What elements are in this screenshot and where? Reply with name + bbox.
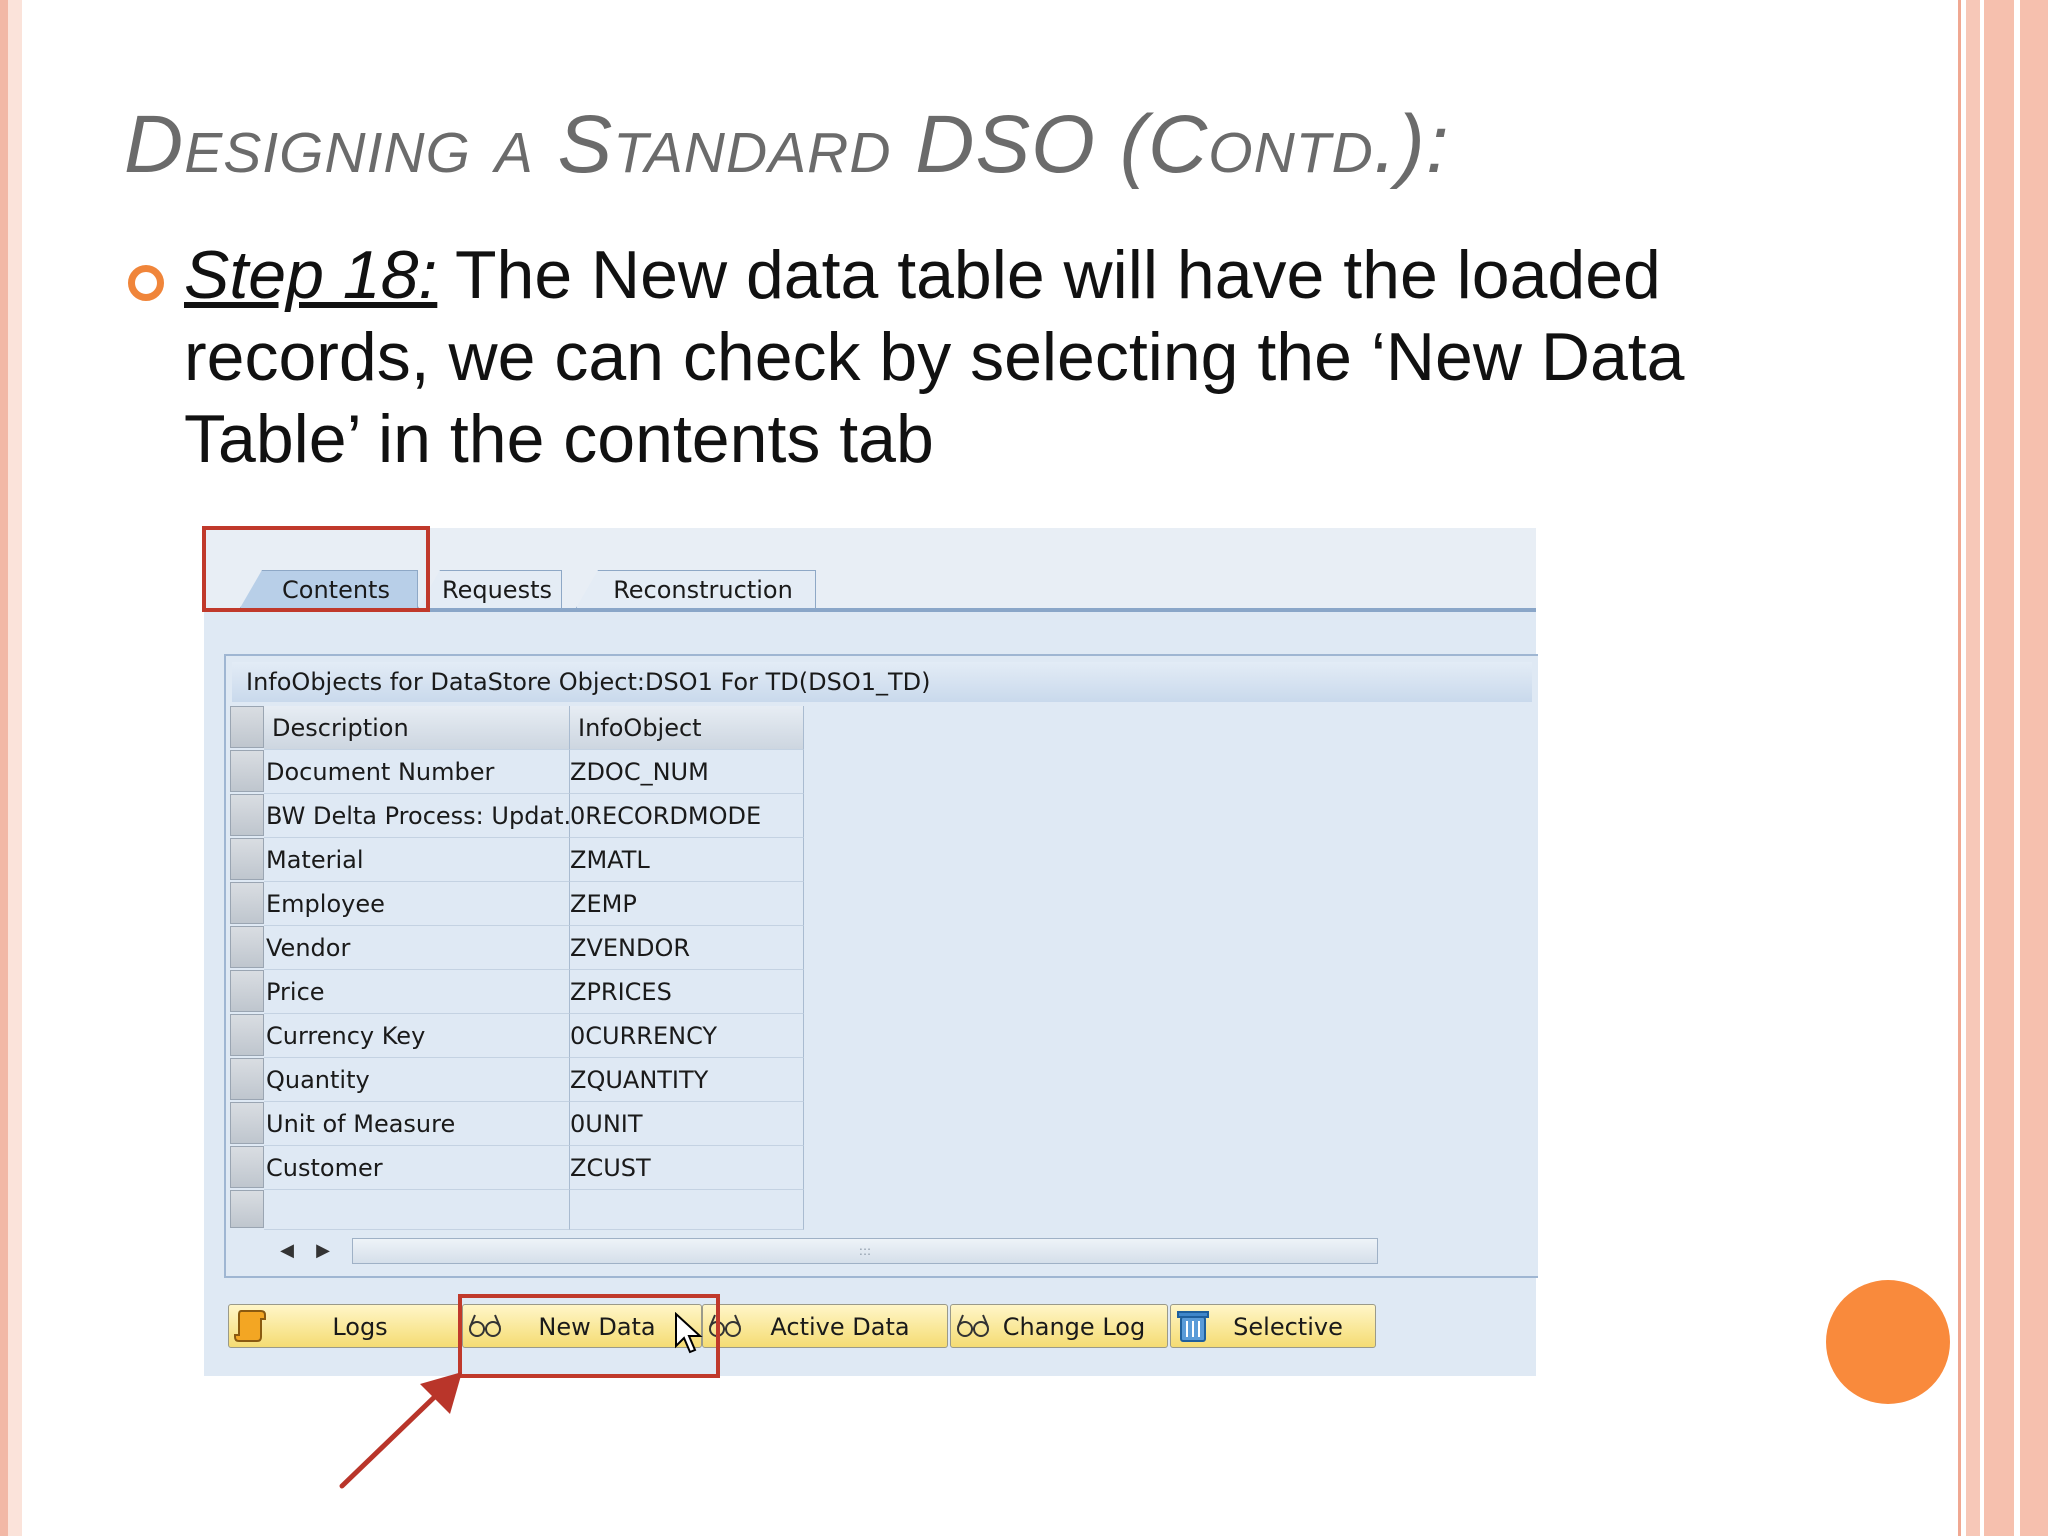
cell-infoobject: ZQUANTITY <box>570 1058 804 1102</box>
table-row[interactable]: Vendor ZVENDOR <box>230 926 804 970</box>
trash-icon <box>1177 1311 1209 1342</box>
cell-description: Material <box>264 838 570 882</box>
bullet-icon <box>128 265 164 301</box>
cell-infoobject: 0CURRENCY <box>570 1014 804 1058</box>
slide-left-border <box>0 0 22 1536</box>
change-log-button[interactable]: Change Log <box>950 1304 1168 1348</box>
row-selector[interactable] <box>230 838 264 880</box>
selective-button[interactable]: Selective <box>1170 1304 1376 1348</box>
cell-description: Quantity <box>264 1058 570 1102</box>
step-label: Step 18: <box>184 237 438 313</box>
table-row[interactable]: Quantity ZQUANTITY <box>230 1058 804 1102</box>
infoobjects-panel: InfoObjects for DataStore Object:DSO1 Fo… <box>224 654 1538 1278</box>
row-selector[interactable] <box>230 1014 264 1056</box>
row-selector[interactable] <box>230 926 264 968</box>
red-arrow-icon <box>339 1372 462 1489</box>
column-header-description[interactable]: Description <box>264 706 570 750</box>
row-selector[interactable] <box>230 970 264 1012</box>
table-row[interactable]: Customer ZCUST <box>230 1146 804 1190</box>
active-data-button[interactable]: Active Data <box>702 1304 948 1348</box>
row-selector[interactable] <box>230 1146 264 1188</box>
table-row[interactable]: Employee ZEMP <box>230 882 804 926</box>
panel-title: InfoObjects for DataStore Object:DSO1 Fo… <box>232 662 1532 702</box>
cell-description: Price <box>264 970 570 1014</box>
change-log-label: Change Log <box>1002 1313 1146 1341</box>
table-header: Description InfoObject <box>230 706 804 750</box>
table-row-empty[interactable] <box>230 1190 804 1230</box>
row-selector[interactable] <box>230 1190 264 1228</box>
tab-requests[interactable]: Requests <box>418 570 562 608</box>
cell-description: Employee <box>264 882 570 926</box>
cell-infoobject: 0UNIT <box>570 1102 804 1146</box>
row-selector[interactable] <box>230 750 264 792</box>
row-selector[interactable] <box>230 882 264 924</box>
highlight-contents-tab <box>202 526 430 612</box>
cell-infoobject: ZVENDOR <box>570 926 804 970</box>
table-row[interactable]: Material ZMATL <box>230 838 804 882</box>
cell-description: BW Delta Process: Updat... <box>264 794 570 838</box>
glasses-icon <box>957 1314 989 1337</box>
decorative-orange-circle <box>1826 1280 1950 1404</box>
logs-label: Logs <box>332 1313 388 1341</box>
scroll-grip: ::: <box>858 1244 872 1258</box>
row-selector[interactable] <box>230 794 264 836</box>
scroll-icon <box>234 1310 266 1342</box>
cell-infoobject: ZMATL <box>570 838 804 882</box>
selective-label: Selective <box>1233 1313 1343 1341</box>
select-all-handle[interactable] <box>230 706 264 748</box>
tab-reconstruction[interactable]: Reconstruction <box>576 570 816 608</box>
cell-description: Customer <box>264 1146 570 1190</box>
table-row[interactable]: Price ZPRICES <box>230 970 804 1014</box>
table-row[interactable]: BW Delta Process: Updat... 0RECORDMODE <box>230 794 804 838</box>
cell-empty <box>264 1190 570 1230</box>
column-header-infoobject[interactable]: InfoObject <box>570 706 804 750</box>
slide-right-border <box>1958 0 2048 1536</box>
slide-title: Designing a Standard DSO (Contd.): <box>124 99 1450 190</box>
cell-infoobject: ZPRICES <box>570 970 804 1014</box>
cell-description: Vendor <box>264 926 570 970</box>
cell-infoobject: 0RECORDMODE <box>570 794 804 838</box>
row-selector[interactable] <box>230 1102 264 1144</box>
cell-infoobject: ZEMP <box>570 882 804 926</box>
scroll-left-icon[interactable]: ◀ <box>274 1238 300 1264</box>
scroll-track[interactable]: ::: <box>352 1238 1378 1264</box>
cell-infoobject: ZCUST <box>570 1146 804 1190</box>
table-row[interactable]: Currency Key 0CURRENCY <box>230 1014 804 1058</box>
horizontal-scrollbar[interactable]: ◀ ▶ ::: <box>266 1236 1536 1266</box>
highlight-new-data-button <box>458 1294 720 1378</box>
cell-description: Currency Key <box>264 1014 570 1058</box>
active-data-label: Active Data <box>770 1313 910 1341</box>
cell-description: Document Number <box>264 750 570 794</box>
row-selector[interactable] <box>230 1058 264 1100</box>
cell-infoobject: ZDOC_NUM <box>570 750 804 794</box>
step-text: Step 18: The New data table will have th… <box>184 234 1744 480</box>
table-row[interactable]: Unit of Measure 0UNIT <box>230 1102 804 1146</box>
table-row[interactable]: Document Number ZDOC_NUM <box>230 750 804 794</box>
logs-button[interactable]: Logs <box>228 1304 462 1348</box>
cell-description: Unit of Measure <box>264 1102 570 1146</box>
sap-screenshot: Contents Requests Reconstruction InfoObj… <box>204 528 1538 1376</box>
cell-empty <box>570 1190 804 1230</box>
scroll-right-icon[interactable]: ▶ <box>310 1238 336 1264</box>
